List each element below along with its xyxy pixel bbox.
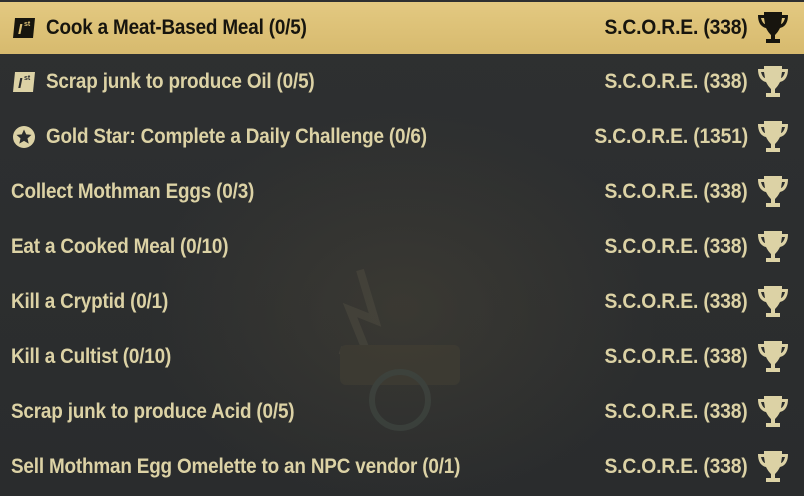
challenge-score: S.C.O.R.E. (338): [604, 179, 748, 203]
challenge-row[interactable]: Eat a Cooked Meal (0/10) S.C.O.R.E. (338…: [0, 219, 804, 274]
trophy-icon: [758, 230, 788, 262]
daily-challenges-panel: Ist Cook a Meat-Based Meal (0/5) S.C.O.R…: [0, 0, 804, 496]
challenge-row[interactable]: Scrap junk to produce Acid (0/5) S.C.O.R…: [0, 385, 804, 440]
challenge-score: S.C.O.R.E. (338): [604, 289, 748, 313]
challenge-label: Kill a Cultist (0/10): [11, 345, 172, 369]
challenge-list: Ist Cook a Meat-Based Meal (0/5) S.C.O.R…: [0, 0, 804, 495]
challenge-row[interactable]: Ist Cook a Meat-Based Meal (0/5) S.C.O.R…: [0, 2, 804, 54]
challenge-label: Eat a Cooked Meal (0/10): [11, 234, 229, 258]
svg-text:st: st: [24, 75, 31, 82]
challenge-label: Cook a Meat-Based Meal (0/5): [46, 16, 307, 39]
trophy-icon: [758, 120, 788, 152]
challenge-label: Sell Mothman Egg Omelette to an NPC vend…: [11, 455, 461, 479]
trophy-icon: [758, 175, 788, 207]
trophy-icon: [758, 451, 788, 483]
trophy-icon: [758, 285, 788, 317]
trophy-icon: [758, 396, 788, 428]
challenge-label: Scrap junk to produce Oil (0/5): [46, 69, 315, 93]
challenge-row[interactable]: Kill a Cultist (0/10) S.C.O.R.E. (338): [0, 329, 804, 384]
gold-star-icon: [11, 124, 37, 150]
challenge-row[interactable]: Sell Mothman Egg Omelette to an NPC vend…: [0, 440, 804, 495]
challenge-score: S.C.O.R.E. (1351): [594, 124, 748, 148]
svg-text:st: st: [24, 21, 31, 28]
challenge-label: Scrap junk to produce Acid (0/5): [11, 400, 295, 424]
challenge-label: Collect Mothman Eggs (0/3): [11, 179, 255, 203]
challenge-label: Gold Star: Complete a Daily Challenge (0…: [46, 124, 427, 148]
challenge-label: Kill a Cryptid (0/1): [11, 289, 169, 313]
challenge-score: S.C.O.R.E. (338): [604, 345, 748, 369]
challenge-score: S.C.O.R.E. (338): [604, 234, 748, 258]
challenge-row[interactable]: Kill a Cryptid (0/1) S.C.O.R.E. (338): [0, 274, 804, 329]
challenge-score: S.C.O.R.E. (338): [604, 455, 748, 479]
challenge-score: S.C.O.R.E. (338): [604, 69, 748, 93]
trophy-icon: [758, 65, 788, 97]
challenge-score: S.C.O.R.E. (338): [604, 16, 748, 39]
first-daily-icon: Ist: [11, 15, 37, 41]
first-daily-icon: Ist: [11, 69, 37, 95]
trophy-icon: [758, 12, 788, 43]
trophy-icon: [758, 341, 788, 373]
challenge-score: S.C.O.R.E. (338): [604, 400, 748, 424]
challenge-row[interactable]: Gold Star: Complete a Daily Challenge (0…: [0, 109, 804, 164]
challenge-row[interactable]: Collect Mothman Eggs (0/3) S.C.O.R.E. (3…: [0, 164, 804, 219]
challenge-row[interactable]: Ist Scrap junk to produce Oil (0/5) S.C.…: [0, 54, 804, 109]
